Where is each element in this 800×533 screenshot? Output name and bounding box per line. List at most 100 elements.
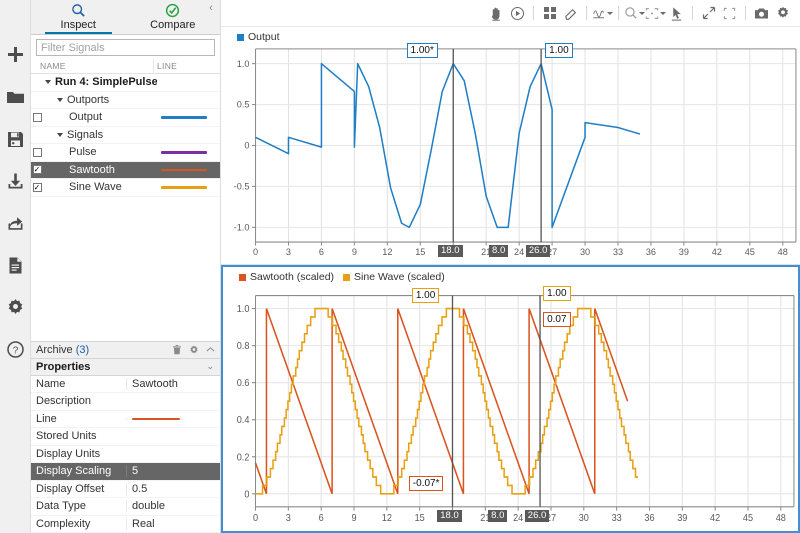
- chevron-down-icon[interactable]: ⌄: [206, 361, 220, 372]
- column-header-line: LINE: [153, 59, 220, 73]
- legend-entry[interactable]: Sawtooth (scaled): [239, 271, 334, 283]
- export-share-icon[interactable]: [0, 202, 31, 244]
- fit-to-view-icon[interactable]: [698, 3, 719, 24]
- signal-row-name: Sawtooth: [43, 164, 157, 176]
- cursor-value-label[interactable]: 1.00: [545, 42, 573, 58]
- add-icon[interactable]: [0, 34, 31, 76]
- property-row-display-scaling[interactable]: Display Scaling 5: [31, 463, 220, 481]
- expand-triangle-icon[interactable]: [57, 97, 63, 102]
- subplot-layout-icon[interactable]: [539, 3, 560, 24]
- checkbox-box[interactable]: [32, 147, 42, 157]
- search-icon: [71, 4, 85, 17]
- property-key: Name: [36, 377, 66, 390]
- cursor-value-label[interactable]: 0.07: [543, 312, 571, 328]
- property-key: Display Offset: [36, 482, 105, 495]
- trash-icon[interactable]: [172, 344, 182, 355]
- checkbox-box[interactable]: ✓: [32, 182, 42, 192]
- signal-checkbox[interactable]: [31, 112, 43, 122]
- property-value[interactable]: 0.5: [126, 482, 220, 495]
- scaled-signals-plot[interactable]: Sawtooth (scaled) Sine Wave (scaled) 0369…: [221, 265, 800, 533]
- zoom-icon[interactable]: [624, 3, 645, 24]
- output-plot[interactable]: Output 036912151821242730333639424548-1.…: [221, 27, 800, 265]
- legend-entry[interactable]: Sine Wave (scaled): [343, 271, 445, 283]
- cursor-delta-badge[interactable]: 8.0: [489, 244, 509, 257]
- report-icon[interactable]: [0, 244, 31, 286]
- cursor-delta-badge[interactable]: 8.0: [488, 509, 508, 522]
- collapse-panel-icon[interactable]: ‹: [205, 2, 217, 14]
- property-value[interactable]: [126, 417, 220, 420]
- zoom-region-icon[interactable]: [645, 3, 666, 24]
- gear-icon[interactable]: [189, 345, 199, 355]
- property-value[interactable]: Real: [126, 517, 220, 530]
- signal-row-name: Outports: [43, 94, 157, 106]
- property-row-line[interactable]: Line: [31, 411, 220, 428]
- cursor-x-badge[interactable]: 26.0: [524, 509, 550, 522]
- checkbox-box[interactable]: [32, 112, 42, 122]
- cursor-x-badge[interactable]: 18.0: [437, 509, 462, 522]
- signal-row-pulse[interactable]: Pulse: [31, 144, 220, 162]
- property-key: Stored Units: [36, 430, 97, 443]
- property-row-data-type[interactable]: Data Type double: [31, 498, 220, 516]
- cursor-value-label[interactable]: 1.00: [543, 285, 571, 301]
- cursor-value-label[interactable]: -0.07*: [408, 476, 444, 491]
- output-plot-canvas[interactable]: 036912151821242730333639424548-1.0-0.500…: [221, 27, 800, 264]
- signal-row-signals[interactable]: Signals: [31, 127, 220, 144]
- open-folder-icon[interactable]: [0, 76, 31, 118]
- legend-label: Sawtooth (scaled): [250, 271, 335, 283]
- eraser-icon[interactable]: [560, 3, 581, 24]
- signal-line-swatch[interactable]: [157, 186, 220, 189]
- chevron-down-icon[interactable]: [607, 11, 613, 15]
- help-icon[interactable]: ?: [0, 328, 31, 370]
- signal-row-sawtooth[interactable]: ✓ Sawtooth: [31, 161, 220, 179]
- filter-signals-input[interactable]: Filter Signals: [36, 39, 215, 56]
- plot-legend-top: Output: [237, 31, 280, 43]
- cursor-value-label[interactable]: 1.00: [411, 287, 440, 303]
- ytick-label: 0.5: [237, 100, 250, 110]
- signal-checkbox[interactable]: [31, 147, 43, 157]
- expand-triangle-icon[interactable]: [57, 132, 63, 137]
- property-row-display-offset[interactable]: Display Offset 0.5: [31, 481, 220, 498]
- save-icon[interactable]: [0, 118, 31, 160]
- filter-signals-placeholder: Filter Signals: [41, 41, 105, 54]
- pan-hand-icon[interactable]: [486, 3, 507, 24]
- expand-triangle-icon[interactable]: [45, 80, 51, 85]
- signal-row-run-4-simplepulsewave-current[interactable]: Run 4: SimplePulseWave[Current]⋮: [31, 74, 220, 92]
- archive-section-header[interactable]: Archive (3): [31, 340, 220, 359]
- property-value[interactable]: double: [126, 500, 220, 513]
- snapshot-camera-icon[interactable]: [751, 3, 772, 24]
- plot-settings-gear-icon[interactable]: [772, 3, 793, 24]
- ytick-label: -1.0: [234, 223, 250, 233]
- signal-line-swatch[interactable]: [157, 168, 220, 171]
- property-value[interactable]: 5: [126, 465, 220, 478]
- property-row-name[interactable]: Name Sawtooth: [31, 376, 220, 393]
- signal-checkbox[interactable]: ✓: [31, 165, 43, 175]
- cursor-value-label[interactable]: 1.00*: [406, 42, 438, 58]
- maximize-icon[interactable]: [719, 3, 740, 24]
- scaled-signals-plot-canvas[interactable]: 03691215182124273033363942454800.20.40.6…: [223, 267, 798, 531]
- property-row-display-units[interactable]: Display Units: [31, 446, 220, 463]
- run-playback-icon[interactable]: [507, 3, 528, 24]
- chevron-up-icon[interactable]: [206, 346, 215, 353]
- line-color-swatch: [161, 186, 207, 189]
- cursor-x-badge[interactable]: 26.0: [525, 244, 551, 257]
- import-icon[interactable]: [0, 160, 31, 202]
- signal-row-outports[interactable]: Outports: [31, 92, 220, 109]
- property-row-stored-units[interactable]: Stored Units: [31, 428, 220, 446]
- property-value[interactable]: Sawtooth: [126, 377, 220, 390]
- checkbox-box[interactable]: ✓: [32, 165, 42, 175]
- signal-row-sine-wave[interactable]: ✓ Sine Wave: [31, 179, 220, 197]
- signal-row-output[interactable]: Output: [31, 109, 220, 127]
- ytick-label: -0.5: [234, 182, 250, 192]
- tab-inspect[interactable]: Inspect: [31, 0, 126, 34]
- normalize-signal-icon[interactable]: [592, 3, 613, 24]
- properties-section-header[interactable]: Properties ⌄: [31, 358, 220, 376]
- signal-line-swatch[interactable]: [157, 116, 220, 119]
- legend-entry[interactable]: Output: [237, 31, 280, 43]
- cursor-x-badge[interactable]: 18.0: [438, 244, 463, 257]
- signal-checkbox[interactable]: ✓: [31, 182, 43, 192]
- property-row-complexity[interactable]: Complexity Real: [31, 516, 220, 533]
- property-row-description[interactable]: Description: [31, 393, 220, 411]
- signal-line-swatch[interactable]: [157, 151, 220, 154]
- cursor-arrow-icon[interactable]: [666, 3, 687, 24]
- settings-gear-icon[interactable]: [0, 286, 31, 328]
